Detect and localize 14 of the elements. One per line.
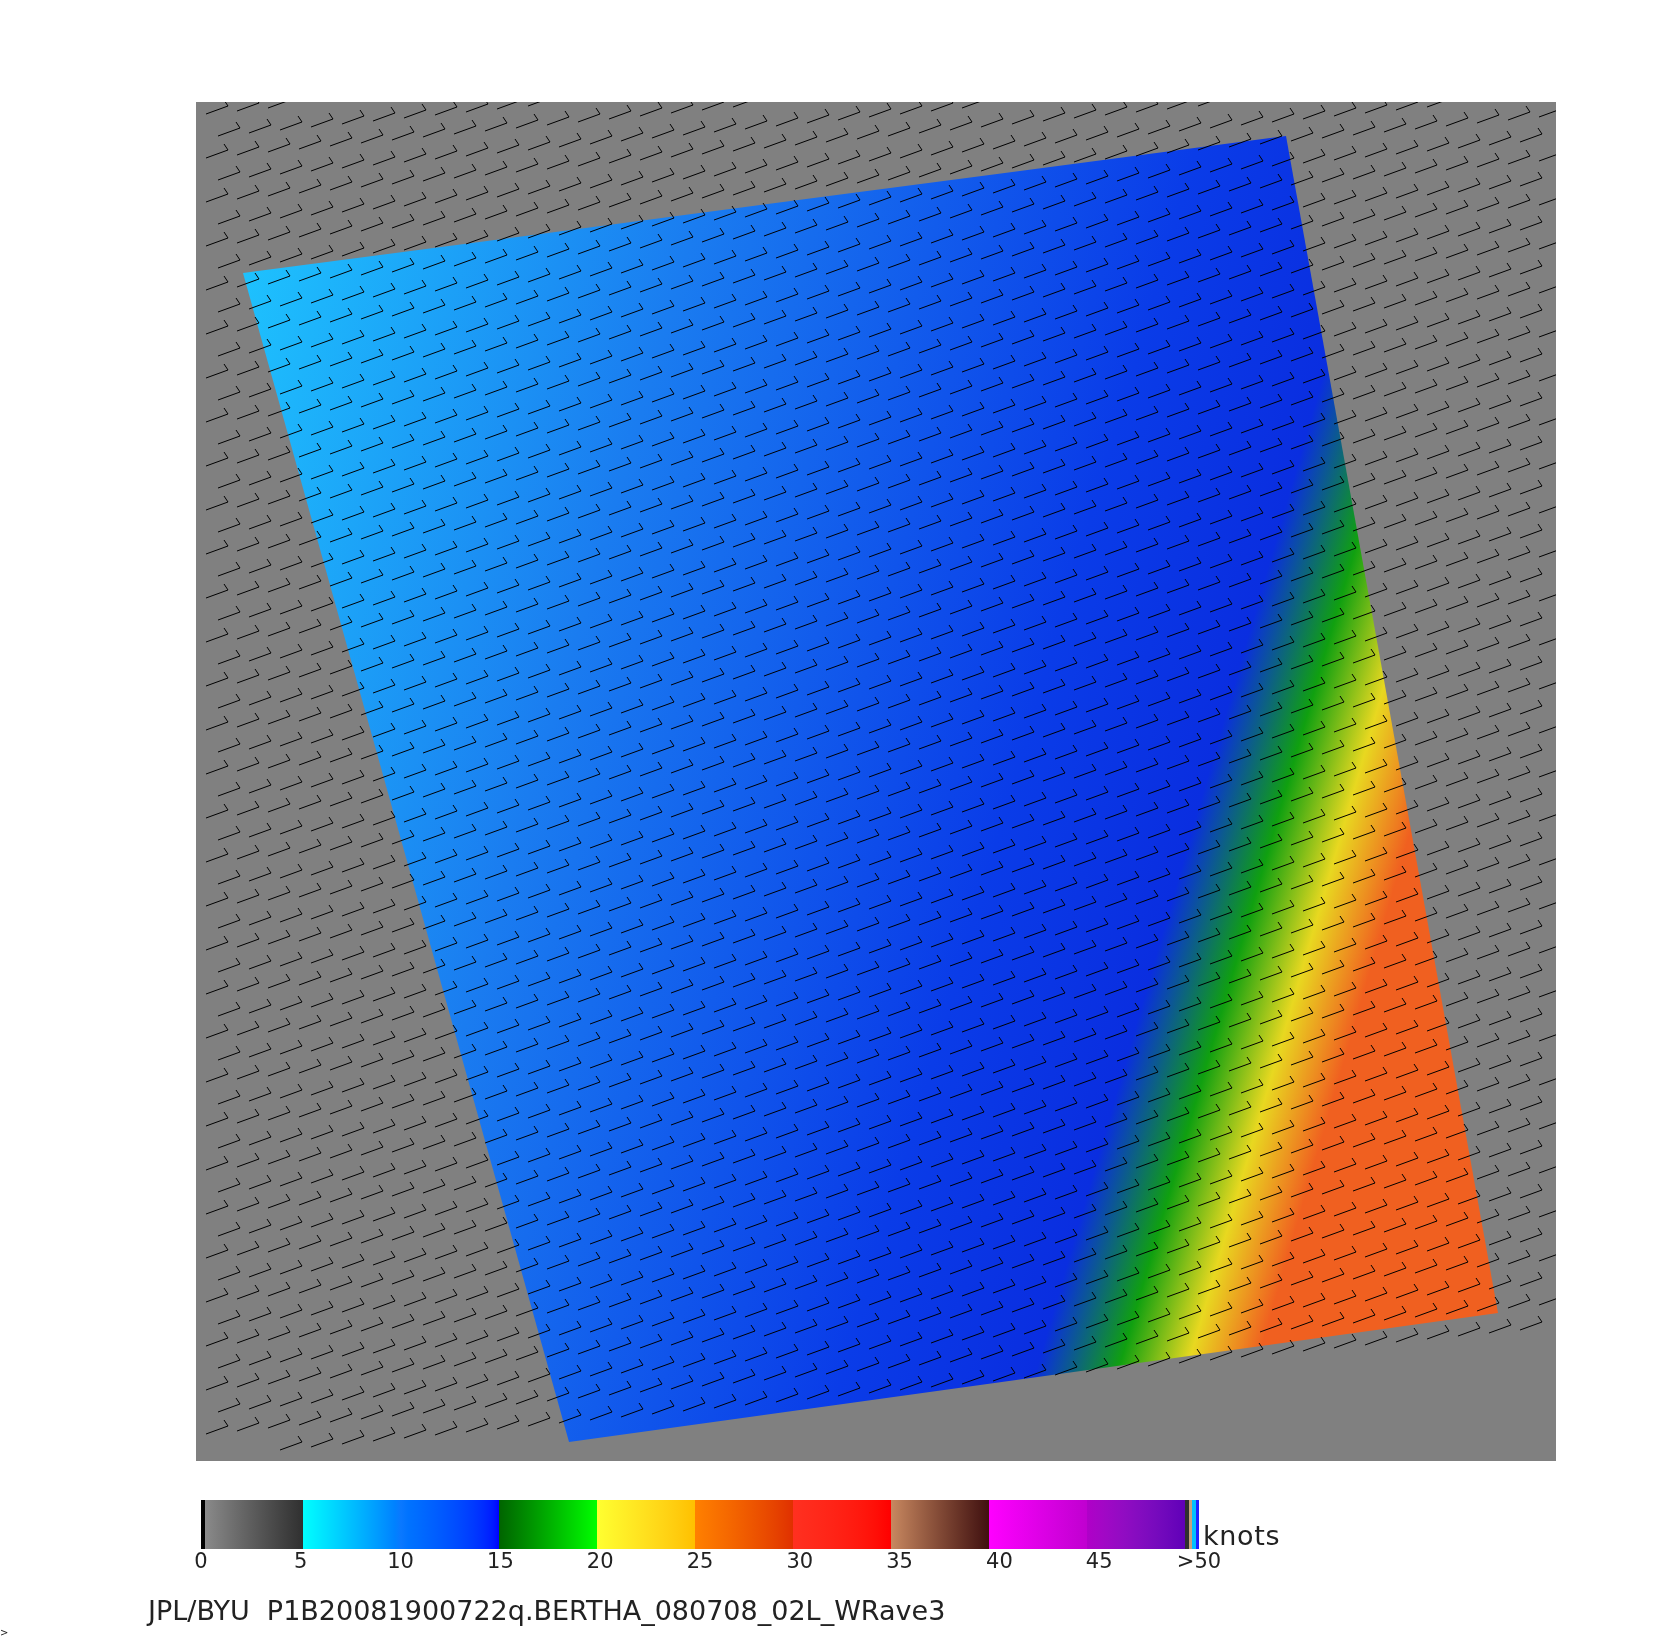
- tick-label: 10: [387, 1551, 414, 1572]
- tick-label: 20: [586, 1551, 614, 1572]
- tick-label: 30: [786, 1551, 814, 1572]
- corner-mark: >: [0, 1628, 9, 1638]
- tick-label: 45: [1085, 1551, 1113, 1572]
- unit-label: knots: [1203, 1522, 1281, 1549]
- tick-label: 5: [294, 1551, 308, 1572]
- tick-label: 25: [686, 1551, 714, 1572]
- tick-label: >50: [1176, 1551, 1222, 1572]
- tick-label: 0: [194, 1551, 208, 1572]
- tick-label: 15: [487, 1551, 514, 1572]
- tick-label: 35: [886, 1551, 913, 1572]
- caption: JPL/BYU P1B20081900722q.BERTHA_080708_02L_WRave3: [148, 1597, 946, 1624]
- tick-label: 40: [986, 1551, 1013, 1572]
